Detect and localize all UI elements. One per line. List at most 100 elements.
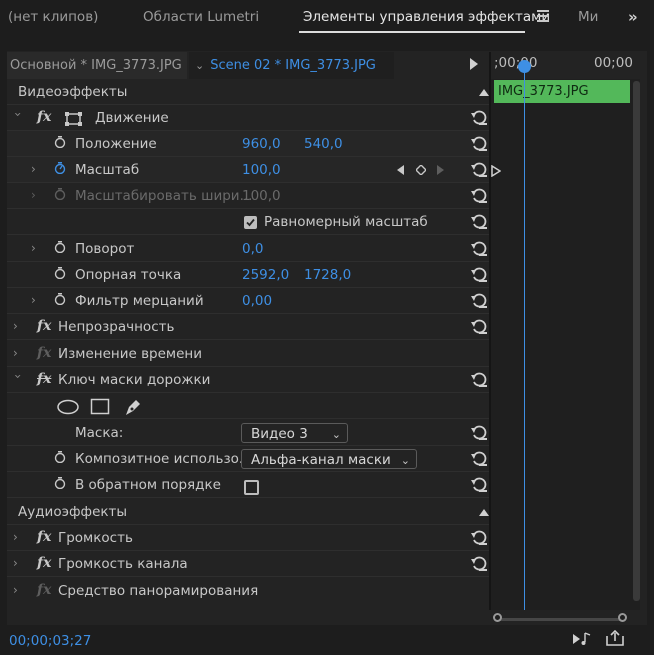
keyframe-marker-icon[interactable] — [491, 165, 501, 177]
property-uniform-scale: Равномерный масштаб — [7, 209, 489, 235]
panel-menu-icon[interactable] — [537, 10, 549, 24]
pen-mask-icon[interactable] — [123, 397, 143, 417]
effect-timeline[interactable] — [491, 52, 640, 610]
ellipse-mask-icon[interactable] — [56, 399, 80, 415]
time-remap-label: Изменение времени — [58, 346, 203, 362]
audio-effects-header[interactable]: Аудиоэффекты — [7, 499, 489, 525]
master-clip-tab[interactable]: Основной * IMG_3773.JPG — [7, 52, 187, 79]
reset-icon[interactable] — [470, 371, 488, 387]
mask-track-dropdown[interactable]: Видео 3 ⌄ — [241, 423, 348, 443]
effect-track-matte-key[interactable]: › fx Ключ маски дорожки — [7, 367, 489, 393]
position-x-value[interactable]: 960,0 — [242, 136, 281, 152]
audio-effects-title: Аудиоэффекты — [18, 504, 128, 520]
stopwatch-icon[interactable] — [54, 136, 66, 148]
expand-flicker-chevron-icon[interactable]: › — [31, 294, 41, 306]
stopwatch-icon[interactable] — [54, 241, 66, 253]
stopwatch-active-icon[interactable] — [54, 162, 66, 174]
reset-icon[interactable] — [470, 135, 488, 151]
expand-channel-volume-chevron-icon[interactable]: › — [13, 557, 23, 569]
composite-using-dropdown[interactable]: Альфа-канал маски ⌄ — [241, 449, 417, 469]
clip-bar[interactable]: IMG_3773.JPG — [494, 80, 630, 103]
fx-toggle-icon[interactable]: fx — [37, 555, 51, 571]
stopwatch-icon[interactable] — [54, 451, 66, 463]
ruler-start-timecode: ;00;00 — [494, 55, 538, 71]
expand-volume-chevron-icon[interactable]: › — [13, 531, 23, 543]
reset-icon[interactable] — [470, 161, 488, 177]
fx-toggle-icon[interactable]: fx — [37, 529, 51, 545]
reset-icon[interactable] — [470, 476, 488, 492]
fx-disabled-icon: fx — [37, 582, 52, 598]
sequence-clip-label: Scene 02 * IMG_3773.JPG — [210, 58, 376, 73]
tab-effect-controls[interactable]: Элементы управления эффектами — [303, 9, 550, 25]
effect-opacity[interactable]: › fx Непрозрачность — [7, 314, 489, 340]
effect-channel-volume[interactable]: › fx Громкость канала — [7, 551, 489, 577]
current-timecode[interactable]: 00;00;03;27 — [9, 633, 91, 649]
more-panels-icon[interactable]: » — [628, 8, 638, 26]
reset-icon[interactable] — [470, 450, 488, 466]
stopwatch-icon[interactable] — [54, 477, 66, 489]
expand-opacity-chevron-icon[interactable]: › — [13, 320, 23, 332]
expand-motion-chevron-icon[interactable]: › — [11, 112, 25, 122]
flicker-filter-value[interactable]: 0,00 — [242, 293, 272, 309]
reset-icon[interactable] — [470, 318, 488, 334]
reset-icon[interactable] — [470, 292, 488, 308]
sequence-clip-tab[interactable]: ⌄ Scene 02 * IMG_3773.JPG — [189, 52, 394, 79]
expand-scale-chevron-icon[interactable]: › — [31, 163, 41, 175]
stopwatch-icon[interactable] — [54, 293, 66, 305]
vertical-scrollbar[interactable] — [633, 81, 640, 601]
zoom-start-handle[interactable] — [493, 613, 502, 622]
expand-time-remap-chevron-icon[interactable]: › — [13, 347, 23, 359]
panner-label: Средство панорамирования — [58, 583, 259, 599]
effect-volume[interactable]: › fx Громкость — [7, 525, 489, 551]
effect-panner[interactable]: › fx Средство панорамирования — [7, 578, 489, 604]
collapse-audio-effects-icon[interactable] — [479, 509, 489, 516]
fx-toggle-icon[interactable]: fx — [37, 371, 51, 387]
video-effects-header[interactable]: Видеоэффекты — [7, 79, 489, 105]
position-y-value[interactable]: 540,0 — [304, 136, 343, 152]
footer-bar — [0, 625, 654, 655]
reverse-label: В обратном порядке — [75, 477, 221, 493]
expand-track-matte-chevron-icon[interactable]: › — [11, 374, 25, 384]
property-anchor-point: Опорная точка 2592,0 1728,0 — [7, 262, 489, 288]
reset-icon[interactable] — [470, 187, 488, 203]
play-only-clip-icon[interactable] — [470, 58, 478, 70]
tab-lumetri-scopes[interactable]: Области Lumetri — [143, 9, 259, 25]
add-keyframe-icon[interactable] — [416, 165, 426, 175]
anchor-x-value[interactable]: 2592,0 — [242, 267, 289, 283]
previous-keyframe-icon[interactable] — [397, 165, 405, 175]
effect-motion[interactable]: › fx Движение — [7, 105, 489, 131]
timeline-zoom-scrollbar[interactable] — [493, 613, 627, 625]
position-label: Положение — [75, 136, 157, 152]
reset-icon[interactable] — [470, 266, 488, 282]
uniform-scale-checkbox[interactable] — [244, 216, 257, 229]
playhead-line[interactable] — [524, 66, 525, 610]
expand-panner-chevron-icon[interactable]: › — [13, 584, 23, 596]
fx-toggle-icon[interactable]: fx — [37, 109, 51, 125]
collapse-video-effects-icon[interactable] — [479, 89, 489, 96]
reverse-checkbox[interactable] — [244, 480, 259, 495]
tab-mixer[interactable]: Ми — [578, 9, 598, 25]
rectangle-mask-icon[interactable] — [90, 398, 110, 416]
playhead-handle[interactable] — [518, 60, 531, 73]
anchor-y-value[interactable]: 1728,0 — [304, 267, 351, 283]
reset-icon[interactable] — [470, 555, 488, 571]
expand-rotation-chevron-icon[interactable]: › — [31, 242, 41, 254]
reset-icon[interactable] — [470, 109, 488, 125]
export-frame-icon[interactable] — [606, 630, 624, 646]
rotation-value[interactable]: 0,0 — [242, 241, 263, 257]
tab-no-clips[interactable]: (нет клипов) — [8, 9, 98, 25]
scale-width-value: 100,0 — [242, 188, 281, 204]
play-audio-icon[interactable] — [572, 632, 592, 646]
reset-icon[interactable] — [470, 213, 488, 229]
fx-toggle-icon[interactable]: fx — [37, 318, 51, 334]
property-mask: Маска: Видео 3 ⌄ — [7, 420, 489, 446]
reset-icon[interactable] — [470, 424, 488, 440]
next-keyframe-icon[interactable] — [437, 165, 445, 175]
scale-value[interactable]: 100,0 — [242, 162, 281, 178]
transform-box-icon[interactable] — [64, 111, 84, 126]
reset-icon[interactable] — [470, 240, 488, 256]
zoom-end-handle[interactable] — [618, 613, 627, 622]
stopwatch-icon[interactable] — [54, 267, 66, 279]
effect-time-remapping[interactable]: › fx Изменение времени — [7, 341, 489, 367]
reset-icon[interactable] — [470, 529, 488, 545]
